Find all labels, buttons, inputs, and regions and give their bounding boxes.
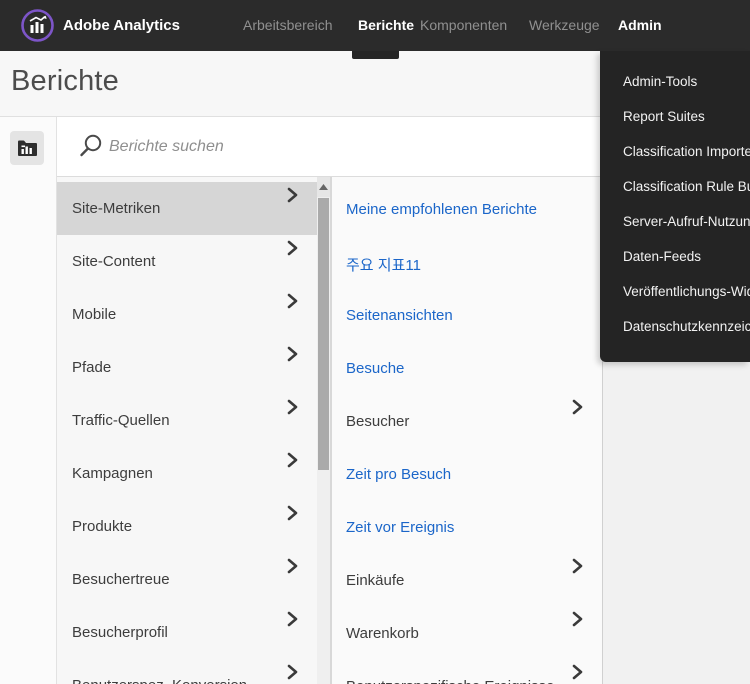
sidebar-item-label: Site-Content [72, 253, 156, 270]
chevron-right-icon [287, 611, 298, 627]
scrollbar-thumb[interactable] [318, 198, 329, 470]
sidebar-item-label: Benutzerspez. Konversion [72, 677, 247, 684]
report-item-label: Zeit pro Besuch [346, 466, 452, 483]
sidebar-item-pfade[interactable]: Pfade [57, 341, 317, 394]
report-item-zeit-vor-ereignis[interactable]: Zeit vor Ereignis [332, 500, 602, 553]
report-item-besuche[interactable]: Besuche [332, 341, 602, 394]
sidebar-item-site-metriken[interactable]: Site-Metriken [57, 182, 317, 235]
menu-item-server-aufruf-nutzung[interactable]: Server-Aufruf-Nutzun [600, 204, 750, 239]
report-item-label: 주요 지표11 [346, 257, 421, 274]
report-item-label: Einkäufe [346, 572, 405, 589]
report-item-label: Warenkorb [346, 625, 419, 642]
search-input[interactable] [107, 131, 531, 163]
menu-item-daten-feeds[interactable]: Daten-Feeds [600, 239, 750, 274]
nav-berichte[interactable]: Berichte [358, 0, 414, 51]
scrollbar-up-button[interactable] [317, 177, 330, 197]
sidebar-item-label: Besuchertreue [72, 571, 170, 588]
menu-item-datenschutzkennzeichnung[interactable]: Datenschutzkennzeic [600, 309, 750, 344]
nav-admin[interactable]: Admin [618, 0, 662, 51]
chevron-right-icon [287, 399, 298, 415]
report-item-label: Benutzerspezifische Ereignisse [346, 678, 554, 684]
sidebar-item-label: Besucherprofil [72, 624, 168, 641]
chevron-right-icon [287, 558, 298, 574]
sidebar-item-mobile[interactable]: Mobile [57, 288, 317, 341]
report-categories-list: Site-Metriken Site-Content Mobile Pfade … [57, 177, 317, 684]
chevron-right-icon [572, 558, 583, 574]
sidebar-item-label: Pfade [72, 359, 112, 376]
chevron-right-icon [287, 452, 298, 468]
report-item-besucher[interactable]: Besucher [332, 394, 602, 447]
report-item-label: Seitenansichten [346, 307, 453, 324]
analytics-logo-icon[interactable] [20, 8, 55, 43]
top-navigation-bar: Adobe Analytics Arbeitsbereich Berichte … [0, 0, 750, 51]
active-tab-indicator [352, 51, 399, 59]
report-item-label: Meine empfohlenen Berichte [346, 201, 537, 218]
report-items-list: Meine empfohlenen Berichte 주요 지표11 Seite… [331, 177, 603, 684]
menu-item-admin-tools[interactable]: Admin-Tools [600, 64, 750, 99]
sidebar-item-label: Site-Metriken [72, 200, 161, 217]
sidebar-item-label: Produkte [72, 518, 133, 535]
nav-komponenten[interactable]: Komponenten [420, 0, 507, 51]
chevron-right-icon [287, 505, 298, 521]
sidebar-item-label: Traffic-Quellen [72, 412, 170, 429]
menu-item-report-suites[interactable]: Report Suites [600, 99, 750, 134]
report-item-zeit-pro-besuch[interactable]: Zeit pro Besuch [332, 447, 602, 500]
sidebar-scrollbar[interactable] [317, 177, 331, 684]
report-item-label: Besucher [346, 413, 410, 430]
sidebar-item-besucherprofil[interactable]: Besucherprofil [57, 606, 317, 659]
admin-dropdown-menu: Admin-Tools Report Suites Classification… [600, 51, 750, 362]
sidebar-item-label: Mobile [72, 306, 117, 323]
report-item-label: Zeit vor Ereignis [346, 519, 455, 536]
sidebar-item-label: Kampagnen [72, 465, 153, 482]
report-item-key-metrics[interactable]: 주요 지표11 [332, 235, 602, 288]
nav-werkzeuge[interactable]: Werkzeuge [529, 0, 600, 51]
search-bar [57, 117, 603, 177]
sidebar-item-traffic-quellen[interactable]: Traffic-Quellen [57, 394, 317, 447]
chevron-right-icon [287, 664, 298, 680]
menu-item-classification-importer[interactable]: Classification Importe [600, 134, 750, 169]
report-item-einkaeufe[interactable]: Einkäufe [332, 553, 602, 606]
chevron-right-icon [287, 293, 298, 309]
left-rail [0, 117, 57, 684]
menu-item-classification-rule-builder[interactable]: Classification Rule Bu [600, 169, 750, 204]
report-item-meine-empfohlenen-berichte[interactable]: Meine empfohlenen Berichte [332, 182, 602, 235]
sidebar-item-produkte[interactable]: Produkte [57, 500, 317, 553]
report-item-warenkorb[interactable]: Warenkorb [332, 606, 602, 659]
report-item-benutzerspezifische-ereignisse[interactable]: Benutzerspezifische Ereignisse [332, 659, 602, 684]
chevron-right-icon [287, 346, 298, 362]
report-item-label: Besuche [346, 360, 405, 377]
chevron-right-icon [572, 664, 583, 680]
sidebar-item-besuchertreue[interactable]: Besuchertreue [57, 553, 317, 606]
sidebar-item-site-content[interactable]: Site-Content [57, 235, 317, 288]
chevron-right-icon [572, 399, 583, 415]
arrow-up-icon [319, 184, 328, 190]
report-folders-button[interactable] [10, 131, 44, 165]
chevron-right-icon [572, 611, 583, 627]
sidebar-item-kampagnen[interactable]: Kampagnen [57, 447, 317, 500]
chevron-right-icon [287, 187, 298, 203]
app-title: Adobe Analytics [63, 17, 180, 34]
sidebar-item-benutzerspez-konversion[interactable]: Benutzerspez. Konversion [57, 659, 317, 684]
menu-item-veroeffentlichungs-widgets[interactable]: Veröffentlichungs-Wid [600, 274, 750, 309]
search-icon [80, 134, 102, 157]
report-item-seitenansichten[interactable]: Seitenansichten [332, 288, 602, 341]
nav-arbeitsbereich[interactable]: Arbeitsbereich [243, 0, 333, 51]
folder-chart-icon [17, 140, 37, 156]
page-title: Berichte [11, 65, 119, 97]
chevron-right-icon [287, 240, 298, 256]
